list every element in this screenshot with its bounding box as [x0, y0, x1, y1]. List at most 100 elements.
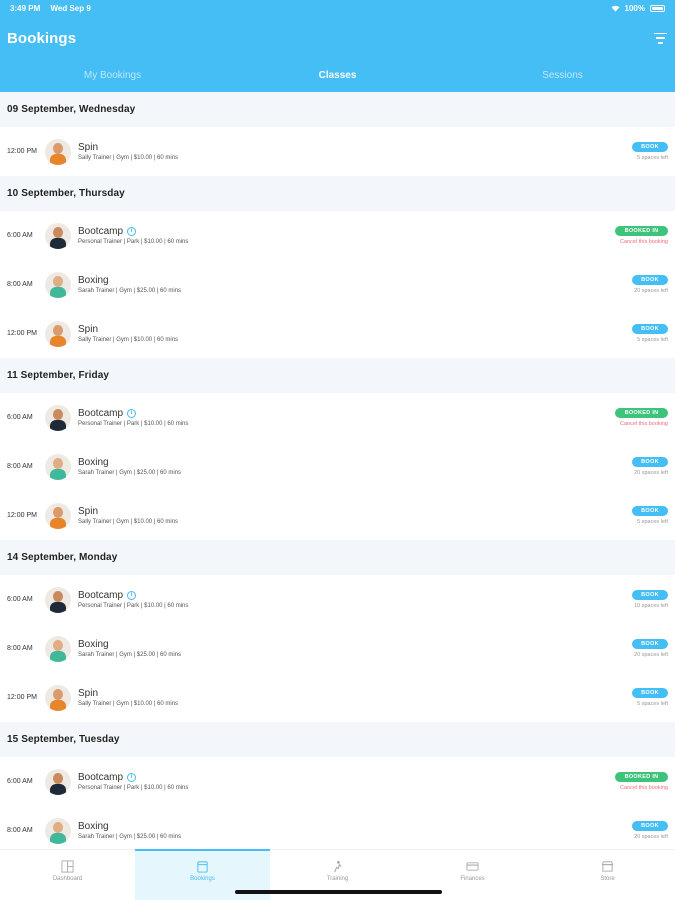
tabbar-label: Finances [460, 876, 485, 882]
book-button[interactable]: BOOK [632, 324, 668, 334]
class-name: Spin [78, 506, 99, 517]
class-meta: Personal Trainer | Park | $10.00 | 60 mi… [78, 785, 189, 791]
class-meta: Personal Trainer | Park | $10.00 | 60 mi… [78, 603, 189, 609]
class-meta: Personal Trainer | Park | $10.00 | 60 mi… [78, 421, 189, 427]
book-button[interactable]: BOOK [632, 506, 668, 516]
info-icon[interactable]: i [127, 591, 137, 600]
booked-in-badge[interactable]: BOOKED IN [615, 226, 668, 236]
status-date: Wed Sep 9 [50, 3, 91, 13]
tab-my-bookings[interactable]: My Bookings [0, 60, 225, 92]
training-icon [334, 860, 342, 873]
info-icon[interactable]: i [127, 227, 137, 236]
day-header: 15 September, Tuesday [0, 722, 675, 757]
home-indicator [235, 890, 442, 894]
cancel-booking-link[interactable]: Cancel this booking [620, 239, 668, 245]
trainer-avatar [45, 684, 71, 711]
cancel-booking-link[interactable]: Cancel this booking [620, 421, 668, 427]
class-meta: Sarah Trainer | Gym | $25.00 | 60 mins [78, 652, 182, 658]
class-row[interactable]: 8:00 AM Boxing Sarah Trainer | Gym | $25… [0, 260, 675, 309]
class-time: 8:00 AM [7, 281, 33, 288]
tab-classes[interactable]: Classes [225, 60, 450, 92]
class-meta: Personal Trainer | Park | $10.00 | 60 mi… [78, 239, 189, 245]
class-meta: Sally Trainer | Gym | $10.00 | 60 mins [78, 337, 179, 343]
calendar-icon [197, 861, 208, 873]
class-row[interactable]: 8:00 AM Boxing Sarah Trainer | Gym | $25… [0, 624, 675, 673]
class-time: 12:00 PM [7, 512, 37, 519]
tabbar-label: Store [600, 876, 615, 882]
book-button[interactable]: BOOK [632, 688, 668, 698]
info-icon[interactable]: i [127, 773, 137, 782]
class-row[interactable]: 12:00 PM Spin Sally Trainer | Gym | $10.… [0, 673, 675, 722]
class-meta: Sally Trainer | Gym | $10.00 | 60 mins [78, 155, 179, 161]
booked-in-badge[interactable]: BOOKED IN [615, 408, 668, 418]
trainer-avatar [45, 320, 71, 347]
tabbar-label: Bookings [190, 876, 215, 882]
class-time: 12:00 PM [7, 148, 37, 155]
trainer-avatar [45, 635, 71, 662]
info-icon[interactable]: i [127, 409, 137, 418]
trainer-avatar [45, 271, 71, 298]
trainer-avatar [45, 817, 71, 844]
tabbar-store[interactable]: Store [540, 850, 675, 900]
spaces-left: 20 spaces left [634, 470, 668, 476]
trainer-avatar [45, 768, 71, 795]
trainer-avatar [45, 502, 71, 529]
booked-in-badge[interactable]: BOOKED IN [615, 772, 668, 782]
book-button[interactable]: BOOK [632, 275, 668, 285]
cancel-booking-link[interactable]: Cancel this booking [620, 785, 668, 791]
class-row[interactable]: 12:00 PM Spin Sally Trainer | Gym | $10.… [0, 491, 675, 540]
class-time: 8:00 AM [7, 645, 33, 652]
class-meta: Sarah Trainer | Gym | $25.00 | 60 mins [78, 834, 182, 840]
class-name: Boxing [78, 457, 109, 468]
book-button[interactable]: BOOK [632, 457, 668, 467]
class-name: Spin [78, 142, 99, 153]
class-row[interactable]: 6:00 AM Bootcamp i Personal Trainer | Par… [0, 211, 675, 260]
spaces-left: 5 spaces left [637, 519, 668, 525]
tab-sessions[interactable]: Sessions [450, 60, 675, 92]
trainer-avatar [45, 453, 71, 480]
spaces-left: 20 spaces left [634, 288, 668, 294]
filter-icon[interactable] [653, 32, 667, 44]
book-button[interactable]: BOOK [632, 639, 668, 649]
class-name: Boxing [78, 275, 109, 286]
class-name: Boxing [78, 821, 109, 832]
spaces-left: 5 spaces left [637, 701, 668, 707]
class-time: 12:00 PM [7, 694, 37, 701]
store-icon [601, 861, 614, 872]
class-meta: Sarah Trainer | Gym | $25.00 | 60 mins [78, 470, 182, 476]
tabbar-label: Training [326, 876, 349, 882]
spaces-left: 20 spaces left [634, 834, 668, 840]
class-name: Bootcamp [78, 590, 124, 601]
book-button[interactable]: BOOK [632, 821, 668, 831]
class-row[interactable]: 6:00 AM Bootcamp i Personal Trainer | Par… [0, 393, 675, 442]
class-row[interactable]: 6:00 AM Bootcamp i Personal Trainer | Par… [0, 757, 675, 806]
card-icon [466, 862, 479, 871]
class-name: Bootcamp [78, 772, 124, 783]
class-name: Spin [78, 324, 99, 335]
class-time: 6:00 AM [7, 414, 33, 421]
day-header: 10 September, Thursday [0, 176, 675, 211]
class-time: 6:00 AM [7, 596, 33, 603]
day-header: 11 September, Friday [0, 358, 675, 393]
tabbar-dashboard[interactable]: Dashboard [0, 850, 135, 900]
class-meta: Sally Trainer | Gym | $10.00 | 60 mins [78, 519, 179, 525]
class-row[interactable]: 8:00 AM Boxing Sarah Trainer | Gym | $25… [0, 442, 675, 491]
class-row[interactable]: 8:00 AM Boxing Sarah Trainer | Gym | $25… [0, 806, 675, 849]
book-button[interactable]: BOOK [632, 590, 668, 600]
page-title: Bookings [7, 29, 77, 47]
day-header: 09 September, Wednesday [0, 92, 675, 127]
tabbar-label: Dashboard [52, 876, 83, 882]
trainer-avatar [45, 586, 71, 613]
class-row[interactable]: 12:00 PM Spin Sally Trainer | Gym | $10.… [0, 309, 675, 358]
battery-percent: 100% [624, 3, 645, 13]
class-row[interactable]: 6:00 AM Bootcamp i Personal Trainer | Par… [0, 575, 675, 624]
class-name: Spin [78, 688, 99, 699]
class-time: 8:00 AM [7, 827, 33, 834]
class-list[interactable]: 09 September, Wednesday 12:00 PM Spin Sa… [0, 92, 675, 849]
class-meta: Sally Trainer | Gym | $10.00 | 60 mins [78, 701, 179, 707]
class-name: Bootcamp [78, 408, 124, 419]
day-header: 14 September, Monday [0, 540, 675, 575]
class-row[interactable]: 12:00 PM Spin Sally Trainer | Gym | $10.… [0, 127, 675, 176]
status-bar: 3:49 PM Wed Sep 9 100% [0, 0, 675, 16]
book-button[interactable]: BOOK [632, 142, 668, 152]
